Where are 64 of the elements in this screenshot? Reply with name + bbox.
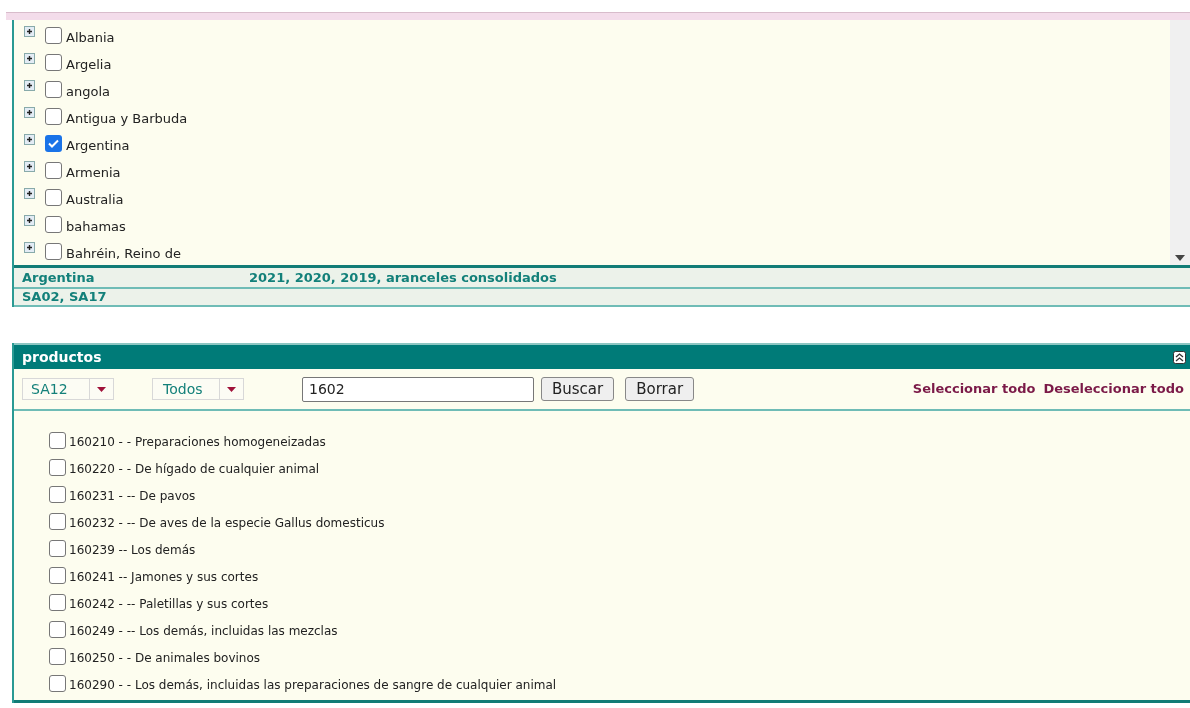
checkbox[interactable] [49,540,66,557]
country-label: Bahréin, Reino de [66,244,181,263]
checkbox[interactable] [49,567,66,584]
country-label: Antigua y Barbuda [66,109,188,128]
expand-icon[interactable] [24,53,35,64]
expand-icon[interactable] [24,242,35,253]
product-label: 160250 - - De animales bovinos [69,650,261,667]
expand-icon[interactable] [24,188,35,199]
country-label: Australia [66,190,124,209]
country-label: bahamas [66,217,126,236]
country-label: Albania [66,28,115,47]
checkbox[interactable] [49,486,66,503]
scrollbar[interactable] [1170,20,1190,265]
checkbox[interactable] [49,513,66,530]
selected-years: 2021, 2020, 2019, aranceles consolidados [249,268,557,287]
checkbox[interactable] [45,216,62,233]
selected-country: Argentina [21,268,96,287]
product-label: 160220 - - De hígado de cualquier animal [69,461,320,478]
search-field[interactable]: 1602 [302,376,534,402]
expand-icon[interactable] [24,26,35,37]
caret-icon [227,386,236,392]
country-label: Argelia [66,55,112,74]
product-label: 160232 - -- De aves de la especie Gallus domesticus [69,515,385,532]
panel-title: productos [22,347,102,367]
product-label: 160210 - - Preparaciones homogeneizadas [69,434,326,451]
collapse-icon[interactable] [1173,350,1186,364]
expand-icon[interactable] [24,80,35,91]
checkbox[interactable] [49,621,66,638]
nomenclature-select[interactable]: SA12 [22,378,114,400]
product-label: 160290 - - Los demás, incluidas las preparaciones de sangre de cualquier animal [69,677,557,694]
expand-icon[interactable] [24,161,35,172]
product-label: 160239 -- Los demás [69,542,196,559]
product-label: 160231 - -- De pavos [69,488,196,505]
product-label: 160242 - -- Paletillas y sus cortes [69,596,269,613]
scroll-down-icon[interactable] [1175,255,1185,261]
product-label: 160241 -- Jamones y sus cortes [69,569,259,586]
checkbox[interactable] [45,81,62,98]
checkbox[interactable] [49,432,66,449]
checkbox[interactable] [45,54,62,71]
checkbox[interactable] [49,648,66,665]
search-button[interactable]: Buscar [541,377,615,401]
deselect-all-link[interactable]: Deseleccionar todo [1043,379,1184,399]
scope-select[interactable]: Todos [152,378,244,400]
product-label: 160249 - -- Los demás, incluidas las mezclas [69,623,338,640]
checkbox[interactable] [49,675,66,692]
expand-icon[interactable] [24,215,35,226]
checkbox[interactable] [45,135,62,152]
checkbox[interactable] [45,189,62,206]
select-all-link[interactable]: Seleccionar todo [912,379,1036,399]
country-label: Armenia [66,163,121,182]
checkbox[interactable] [45,27,62,44]
checkbox[interactable] [45,243,62,260]
checkbox[interactable] [45,162,62,179]
country-label: Argentina [66,136,130,155]
expand-icon[interactable] [24,134,35,145]
checkbox[interactable] [45,108,62,125]
selected-nomenclatures: SA02, SA17 [21,288,107,307]
checkbox[interactable] [49,459,66,476]
checkbox[interactable] [49,594,66,611]
clear-button[interactable]: Borrar [625,377,695,401]
expand-icon[interactable] [24,107,35,118]
check-icon [48,139,59,148]
country-label: angola [66,82,110,101]
caret-icon [97,386,106,392]
